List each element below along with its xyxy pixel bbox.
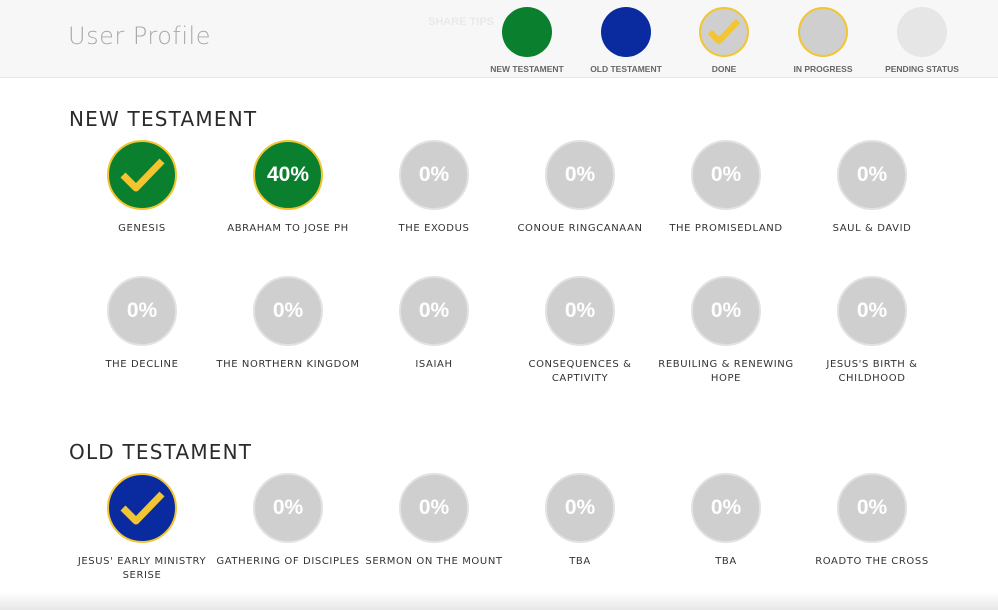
lesson-title: TBA (569, 556, 591, 567)
lesson-title: JESUS' EARLY MINISTRY SERISE (77, 556, 207, 581)
lesson-title: THE PROMISEDLAND (669, 223, 783, 234)
progress-circle: 0% (399, 473, 469, 543)
lesson-title: CONSEQUENCES & CAPTIVITY (528, 359, 632, 384)
lesson-title: GATHERING OF DISCIPLES (216, 556, 360, 567)
progress-circle: 0% (837, 140, 907, 210)
progress-circle: 0% (399, 140, 469, 210)
lesson-item[interactable]: 0% TBA (653, 473, 799, 569)
section-title-new-testament: NEW TESTAMENT (69, 107, 258, 131)
lesson-title: GENESIS (118, 223, 166, 234)
lesson-title: THE DECLINE (105, 359, 179, 370)
progress-circle: 0% (107, 276, 177, 346)
checkmark-icon (699, 7, 749, 57)
progress-circle: 0% (399, 276, 469, 346)
legend-circle-icon (601, 7, 651, 57)
lesson-title: TBA (715, 556, 737, 567)
lesson-item[interactable]: 0% CONOUE RINGCANAAN (507, 140, 653, 236)
legend-label: IN PROGRESS (793, 64, 853, 74)
lesson-progress-value: 0% (856, 299, 888, 322)
lesson-progress-value: 0% (418, 299, 450, 322)
progress-circle: 0% (545, 140, 615, 210)
lesson-item[interactable]: GENESIS (69, 140, 215, 236)
lesson-item[interactable]: 0% CONSEQUENCES & CAPTIVITY (507, 276, 653, 386)
legend-circle-icon (798, 7, 848, 57)
lesson-progress-value: 0% (272, 496, 304, 519)
legend-label: OLD TESTAMENT (590, 64, 662, 74)
lesson-title: ISAIAH (415, 359, 453, 370)
legend-done: DONE (674, 7, 774, 74)
lesson-progress-value: 40% (266, 163, 310, 186)
top-header: User Profile SHARE TIPS NEW TESTAMENT OL… (0, 0, 998, 78)
lesson-title: SAUL & DAVID (832, 223, 912, 234)
progress-circle: 0% (691, 473, 761, 543)
lesson-title: ROADTO THE CROSS (815, 556, 929, 567)
lesson-progress-value: 0% (856, 496, 888, 519)
legend-label: NEW TESTAMENT (490, 64, 564, 74)
lesson-item[interactable]: 0% JESUS'S BIRTH & CHILDHOOD (799, 276, 945, 386)
lesson-progress-value: 0% (564, 299, 596, 322)
lesson-item[interactable]: 0% THE DECLINE (69, 276, 215, 372)
lesson-progress-value: 0% (710, 496, 742, 519)
legend-circle-icon (502, 7, 552, 57)
lesson-progress-value: 0% (418, 496, 450, 519)
lesson-progress-value: 0% (564, 496, 596, 519)
legend-in-progress: IN PROGRESS (773, 7, 873, 74)
checkmark-icon (107, 473, 177, 543)
lesson-progress-value: 0% (710, 163, 742, 186)
lesson-progress-value: 0% (856, 163, 888, 186)
legend-label: PENDING STATUS (885, 64, 959, 74)
progress-circle: 0% (837, 276, 907, 346)
lesson-item[interactable]: 0% THE EXODUS (361, 140, 507, 236)
lesson-title: THE EXODUS (398, 223, 470, 234)
lesson-title: SERMON ON THE MOUNT (365, 556, 503, 567)
lesson-item[interactable]: 0% THE NORTHERN KINGDOM (215, 276, 361, 372)
page-title: User Profile (68, 22, 211, 50)
legend-label: DONE (711, 64, 737, 74)
lesson-progress-value: 0% (564, 163, 596, 186)
progress-circle: 0% (253, 473, 323, 543)
progress-circle: 0% (545, 473, 615, 543)
legend-pending: PENDING STATUS (872, 7, 972, 74)
progress-circle: 0% (253, 276, 323, 346)
lesson-title: JESUS'S BIRTH & CHILDHOOD (826, 359, 918, 384)
lesson-title: THE NORTHERN KINGDOM (216, 359, 360, 370)
progress-circle: 0% (691, 140, 761, 210)
lesson-item[interactable]: JESUS' EARLY MINISTRY SERISE (69, 473, 215, 583)
lesson-progress-value: 0% (126, 299, 158, 322)
progress-circle: 40% (253, 140, 323, 210)
legend-new-testament: NEW TESTAMENT (477, 7, 577, 74)
checkmark-icon (107, 140, 177, 210)
section-title-old-testament: OLD TESTAMENT (69, 440, 253, 464)
legend-old-testament: OLD TESTAMENT (576, 7, 676, 74)
lesson-item[interactable]: 40% ABRAHAM TO JOSE PH (215, 140, 361, 236)
lesson-item[interactable]: 0% ISAIAH (361, 276, 507, 372)
lesson-progress-value: 0% (710, 299, 742, 322)
lesson-item[interactable]: 0% GATHERING OF DISCIPLES (215, 473, 361, 569)
bottom-fade (0, 592, 998, 610)
lesson-title: CONOUE RINGCANAAN (517, 223, 643, 234)
lesson-title: REBUILING & RENEWING HOPE (658, 359, 794, 384)
lesson-item[interactable]: 0% ROADTO THE CROSS (799, 473, 945, 569)
lesson-item[interactable]: 0% TBA (507, 473, 653, 569)
progress-circle: 0% (837, 473, 907, 543)
lesson-progress-value: 0% (272, 299, 304, 322)
lesson-item[interactable]: 0% REBUILING & RENEWING HOPE (653, 276, 799, 386)
lesson-item[interactable]: 0% SAUL & DAVID (799, 140, 945, 236)
lesson-item[interactable]: 0% THE PROMISEDLAND (653, 140, 799, 236)
lesson-progress-value: 0% (418, 163, 450, 186)
legend-circle-icon (897, 7, 947, 57)
progress-circle: 0% (545, 276, 615, 346)
progress-circle: 0% (691, 276, 761, 346)
lesson-title: ABRAHAM TO JOSE PH (227, 223, 349, 234)
lesson-item[interactable]: 0% SERMON ON THE MOUNT (361, 473, 507, 569)
